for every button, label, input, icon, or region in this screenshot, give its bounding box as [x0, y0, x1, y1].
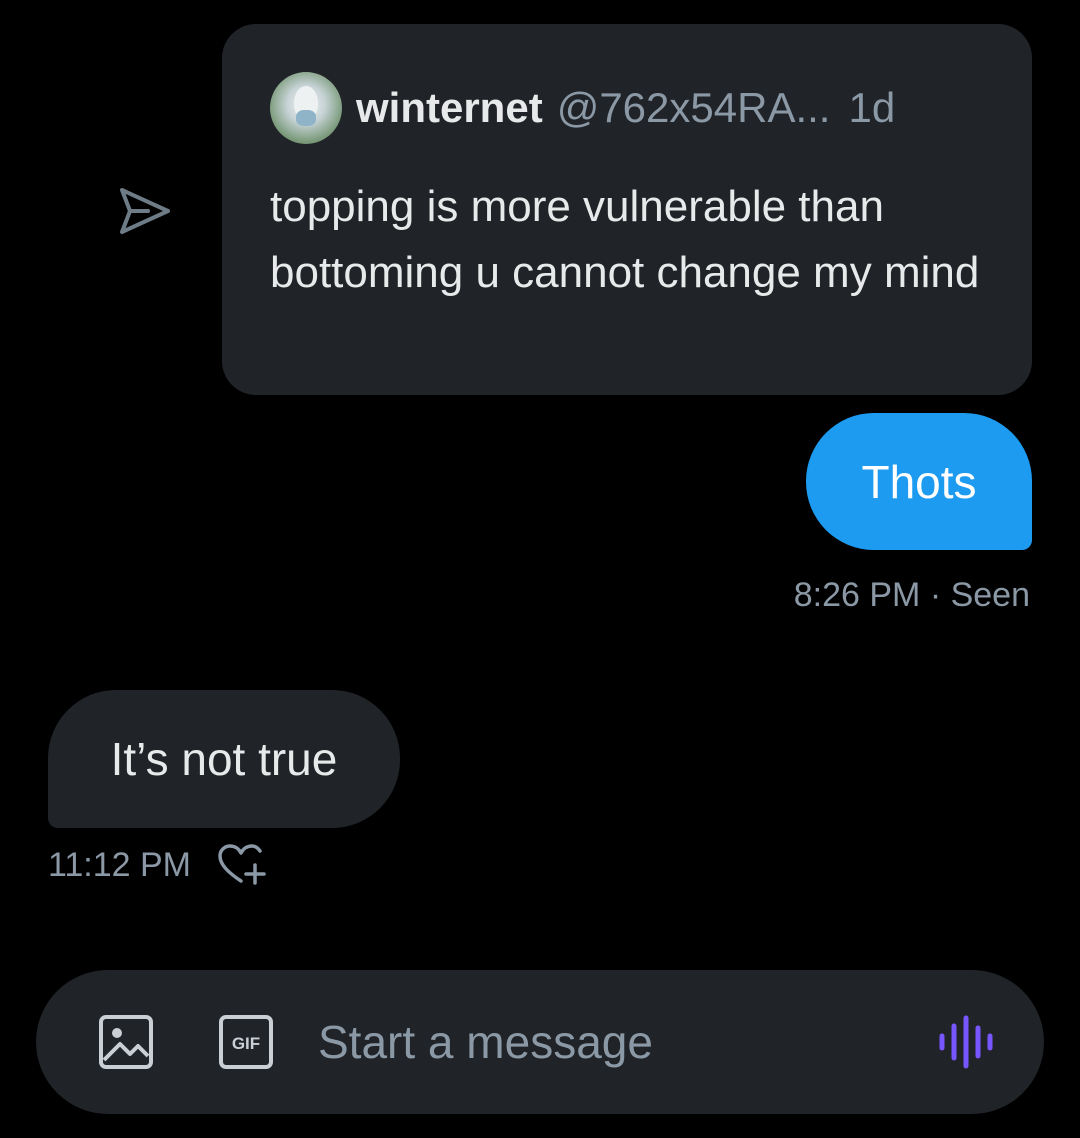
received-message-bubble[interactable]: It’s not true	[48, 690, 400, 828]
gif-icon[interactable]: GIF	[218, 1014, 274, 1070]
gif-icon-label: GIF	[232, 1034, 260, 1053]
received-message-meta-row: 11:12 PM	[48, 843, 267, 887]
sent-message-meta: 8:26 PM · Seen	[793, 576, 1030, 614]
add-reaction-heart-icon[interactable]	[215, 843, 267, 887]
image-icon[interactable]	[98, 1014, 154, 1070]
tweet-author-handle: @762x54RA...	[556, 84, 831, 131]
dm-conversation: winternet @762x54RA... 1d topping is mor…	[0, 0, 1080, 1138]
share-arrow-icon[interactable]	[118, 186, 172, 236]
message-composer: GIF	[36, 970, 1044, 1114]
voice-wave-icon[interactable]	[936, 1014, 996, 1070]
tweet-time-ago: 1d	[848, 84, 896, 131]
received-message-time: 11:12 PM	[48, 845, 192, 884]
tweet-text: topping is more vulnerable than bottomin…	[270, 182, 980, 297]
tweet-header: winternet @762x54RA... 1d	[270, 72, 895, 144]
sent-message-bubble[interactable]: Thots	[806, 413, 1032, 550]
message-input[interactable]	[318, 1010, 878, 1074]
tweet-author-name: winternet	[356, 84, 543, 131]
avatar[interactable]	[270, 72, 342, 144]
shared-tweet-card[interactable]: winternet @762x54RA... 1d topping is mor…	[222, 24, 1032, 395]
